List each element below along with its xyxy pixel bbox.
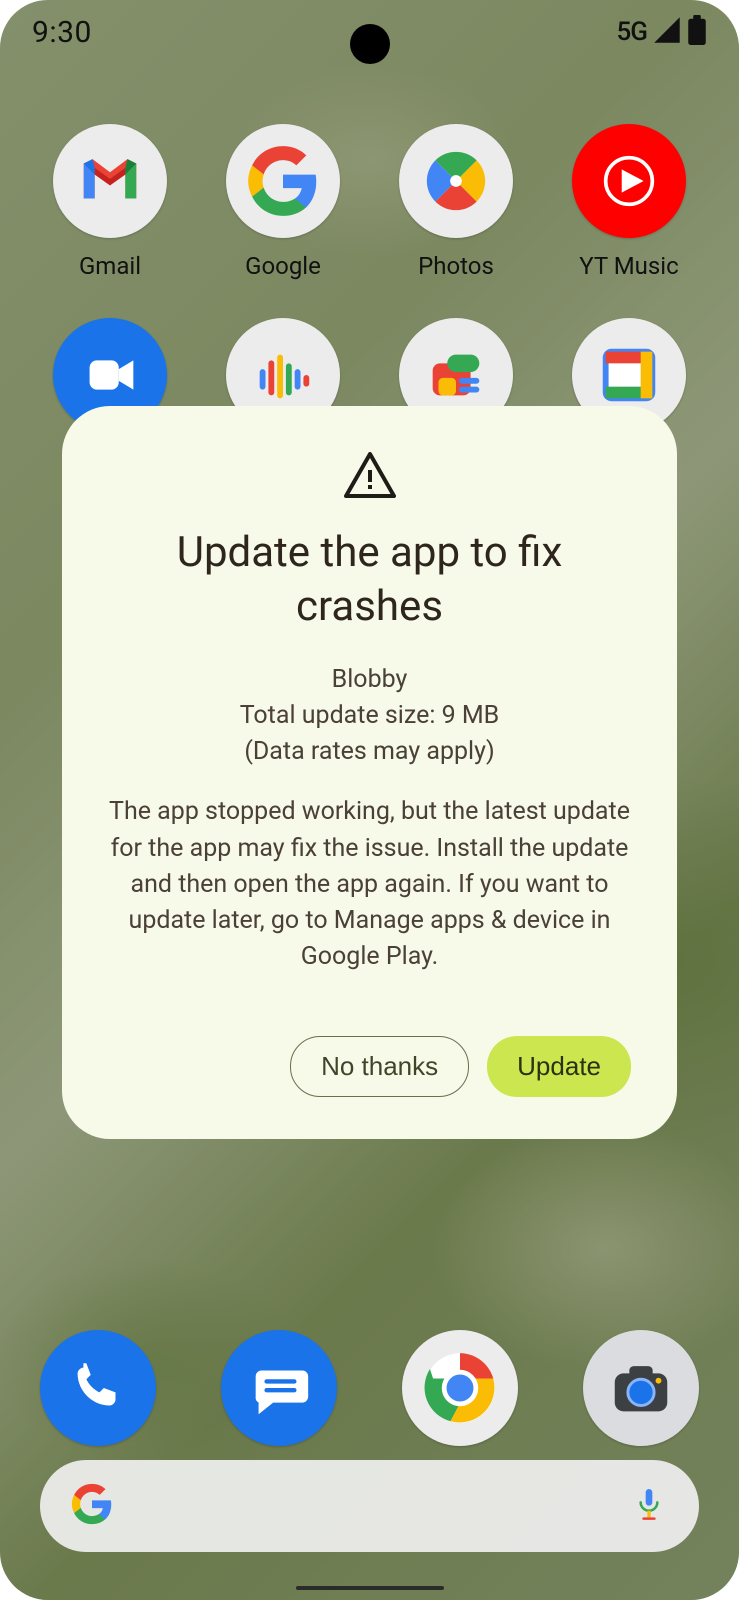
dialog-app-name: Blobby [108, 662, 631, 698]
nav-indicator[interactable] [296, 1586, 444, 1590]
warning-icon [108, 452, 631, 500]
dialog-data-rates: (Data rates may apply) [108, 734, 631, 770]
dialog-actions: No thanks Update [108, 1036, 631, 1097]
dialog-title: Update the app to fix crashes [108, 526, 631, 634]
update-dialog: Update the app to fix crashes Blobby Tot… [62, 406, 677, 1139]
dialog-size: Total update size: 9 MB [108, 698, 631, 734]
dialog-body: The app stopped working, but the latest … [108, 794, 631, 975]
no-thanks-button[interactable]: No thanks [290, 1036, 469, 1097]
dialog-subtext: Blobby Total update size: 9 MB (Data rat… [108, 662, 631, 771]
update-button[interactable]: Update [487, 1036, 631, 1097]
